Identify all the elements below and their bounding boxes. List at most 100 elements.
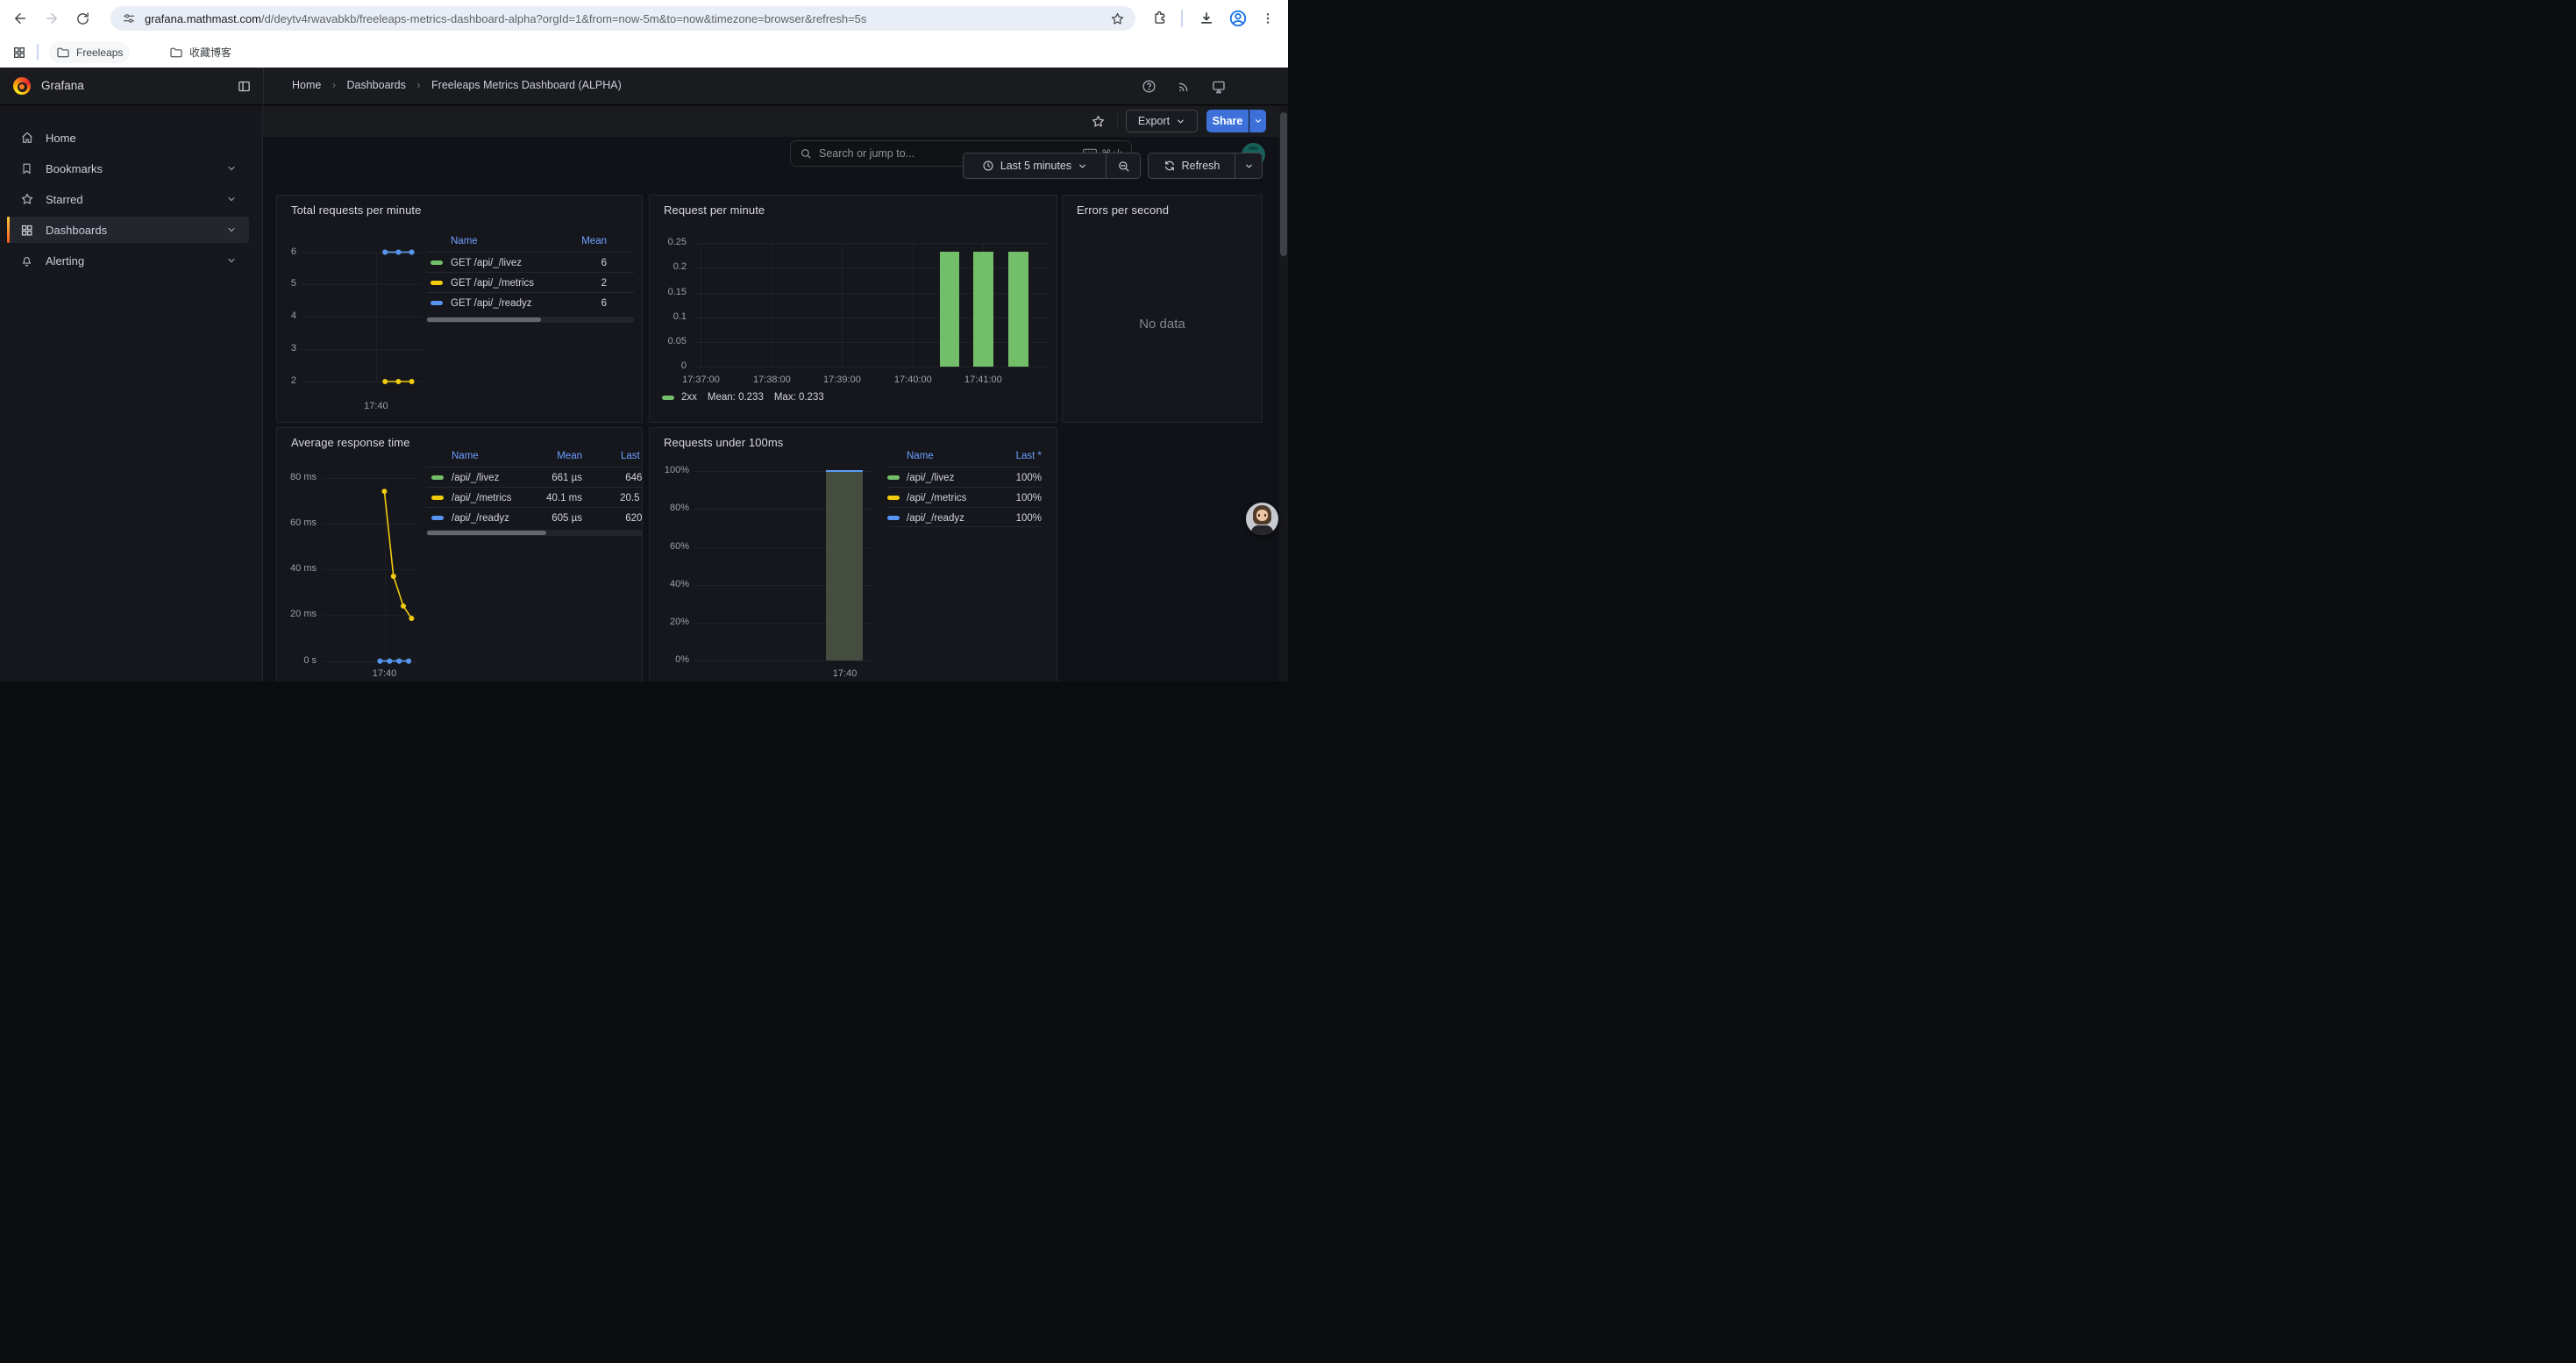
screen-icon[interactable] xyxy=(1211,79,1227,95)
panel-title[interactable]: Average response time xyxy=(291,436,410,449)
share-dropdown-button[interactable] xyxy=(1249,110,1266,132)
extensions-icon[interactable] xyxy=(1148,6,1172,31)
grafana-logo[interactable] xyxy=(13,77,31,95)
legend-header-name[interactable]: Name xyxy=(452,451,479,461)
legend-header-name[interactable]: Name xyxy=(907,451,934,461)
legend-header-last[interactable]: Last * xyxy=(1016,451,1042,461)
bookmark-folder-blogs[interactable]: 收藏博客 xyxy=(162,41,238,63)
panel-title[interactable]: Errors per second xyxy=(1077,203,1169,217)
chevron-down-icon[interactable] xyxy=(226,255,237,266)
url-text[interactable]: grafana.mathmast.com/d/deytv4rwavabkb/fr… xyxy=(145,12,866,25)
series-color-pill xyxy=(431,301,443,305)
legend-scrollbar[interactable] xyxy=(426,317,634,323)
forward-icon[interactable] xyxy=(39,6,64,31)
panel-title[interactable]: Requests under 100ms xyxy=(664,436,783,449)
series-name[interactable]: 2xx xyxy=(681,392,697,403)
legend-header-last[interactable]: Last * xyxy=(621,451,643,461)
series-name[interactable]: /api/_/readyz xyxy=(452,513,509,524)
breadcrumb-home[interactable]: Home xyxy=(292,79,321,91)
legend-row: /api/_/livez100% xyxy=(887,467,1042,487)
series-name[interactable]: GET /api/_/livez xyxy=(451,258,522,268)
apps-grid-icon[interactable] xyxy=(7,40,32,65)
assistant-avatar[interactable] xyxy=(1246,503,1278,535)
bar-2xx xyxy=(1008,252,1028,368)
legend-series[interactable]: /api/_/readyz xyxy=(887,508,964,528)
panel-title[interactable]: Total requests per minute xyxy=(291,203,421,217)
browser-toolbar: grafana.mathmast.com/d/deytv4rwavabkb/fr… xyxy=(0,0,1288,37)
time-range-picker[interactable]: Last 5 minutes xyxy=(963,153,1107,179)
series-name[interactable]: /api/_/livez xyxy=(907,473,954,483)
page-scrollbar[interactable] xyxy=(1279,106,1288,682)
legend-series[interactable]: /api/_/livez xyxy=(431,467,499,488)
panel-requests-under-100ms: 100%80%60%40%20%0%17:40NameLast */api/_/… xyxy=(649,427,1057,682)
legend-series[interactable]: /api/_/readyz xyxy=(431,508,509,528)
legend-scrollbar[interactable] xyxy=(426,530,643,536)
legend-scrollbar-thumb[interactable] xyxy=(427,318,541,322)
reload-icon[interactable] xyxy=(70,6,95,31)
x-axis-tick: 17:39:00 xyxy=(823,375,861,385)
legend-series[interactable]: /api/_/metrics xyxy=(431,488,511,508)
sidebar-item-dashboards[interactable]: Dashboards xyxy=(7,217,249,243)
back-icon[interactable] xyxy=(8,6,32,31)
legend-header-mean[interactable]: Mean xyxy=(581,236,607,246)
sidebar-item-label: Bookmarks xyxy=(46,162,103,175)
profile-icon[interactable] xyxy=(1226,6,1250,31)
chart-average-response-time: 80 ms60 ms40 ms20 ms0 s17:40NameMeanLast… xyxy=(277,428,642,682)
chevron-down-icon xyxy=(1254,117,1263,125)
sidebar-item-alerting[interactable]: Alerting xyxy=(7,247,249,274)
chevron-down-icon[interactable] xyxy=(226,163,237,174)
dashboards-grid-icon xyxy=(20,224,34,237)
panel-errors-per-second: No data Errors per second xyxy=(1062,195,1263,423)
sidebar-item-home[interactable]: Home xyxy=(7,125,249,151)
y-axis-tick: 20% xyxy=(650,617,689,627)
legend-row: /api/_/livez661 µs646 µs xyxy=(426,467,643,487)
browser-menu-icon[interactable] xyxy=(1256,6,1280,31)
series-name[interactable]: /api/_/livez xyxy=(452,473,499,483)
legend-scrollbar-thumb[interactable] xyxy=(427,531,546,535)
legend-header-mean[interactable]: Mean xyxy=(557,451,582,461)
panel-title[interactable]: Request per minute xyxy=(664,203,765,217)
series-color-pill xyxy=(887,496,900,500)
series-name[interactable]: /api/_/metrics xyxy=(907,493,966,503)
share-button[interactable]: Share xyxy=(1206,110,1249,132)
chevron-down-icon[interactable] xyxy=(226,225,237,235)
sidebar-item-bookmarks[interactable]: Bookmarks xyxy=(7,155,249,182)
breadcrumb-dashboards[interactable]: Dashboards xyxy=(346,79,405,91)
legend-series[interactable]: /api/_/metrics xyxy=(887,488,966,508)
bookmark-folder-freeleaps[interactable]: Freeleaps xyxy=(49,41,130,63)
legend-inline: 2xxMean: 0.233Max: 0.233 xyxy=(662,392,824,403)
favorite-star-icon[interactable] xyxy=(1091,114,1106,129)
help-icon[interactable] xyxy=(1142,79,1156,94)
refresh-interval-dropdown[interactable] xyxy=(1235,153,1263,179)
series-name[interactable]: GET /api/_/readyz xyxy=(451,298,531,309)
legend-value-mean: 2 xyxy=(601,273,607,293)
sidebar-item-starred[interactable]: Starred xyxy=(7,186,249,212)
series-name[interactable]: /api/_/readyz xyxy=(907,513,964,524)
sidebar: Home Bookmarks Starred Dashboards Alerti… xyxy=(0,106,263,682)
legend-series[interactable]: /api/_/livez xyxy=(887,467,954,488)
news-feed-icon[interactable] xyxy=(1177,79,1192,94)
zoom-out-button[interactable] xyxy=(1106,153,1141,179)
sidebar-toggle-icon[interactable] xyxy=(237,79,252,94)
series-name[interactable]: GET /api/_/metrics xyxy=(451,278,534,289)
scrollbar-thumb[interactable] xyxy=(1280,112,1287,256)
download-icon[interactable] xyxy=(1194,6,1219,31)
address-bar[interactable]: grafana.mathmast.com/d/deytv4rwavabkb/fr… xyxy=(110,6,1135,31)
sidebar-item-label: Home xyxy=(46,132,76,145)
export-button[interactable]: Export xyxy=(1126,110,1198,132)
legend-series[interactable]: GET /api/_/metrics xyxy=(431,273,534,293)
legend-header-name[interactable]: Name xyxy=(451,236,478,246)
bookmark-star-icon[interactable] xyxy=(1110,11,1125,26)
y-axis-tick: 0.1 xyxy=(650,311,687,322)
bar-cap xyxy=(826,470,863,472)
chart-errors-per-second: No data xyxy=(1063,196,1262,422)
legend-series[interactable]: GET /api/_/livez xyxy=(431,253,522,273)
chevron-down-icon[interactable] xyxy=(226,194,237,204)
site-settings-icon[interactable] xyxy=(122,11,136,25)
series-name[interactable]: /api/_/metrics xyxy=(452,493,511,503)
sidebar-item-label: Alerting xyxy=(46,254,84,268)
y-axis-tick: 0% xyxy=(650,654,689,665)
refresh-button[interactable]: Refresh xyxy=(1148,153,1235,179)
legend-series[interactable]: GET /api/_/readyz xyxy=(431,293,531,313)
series-color-pill xyxy=(431,516,444,520)
